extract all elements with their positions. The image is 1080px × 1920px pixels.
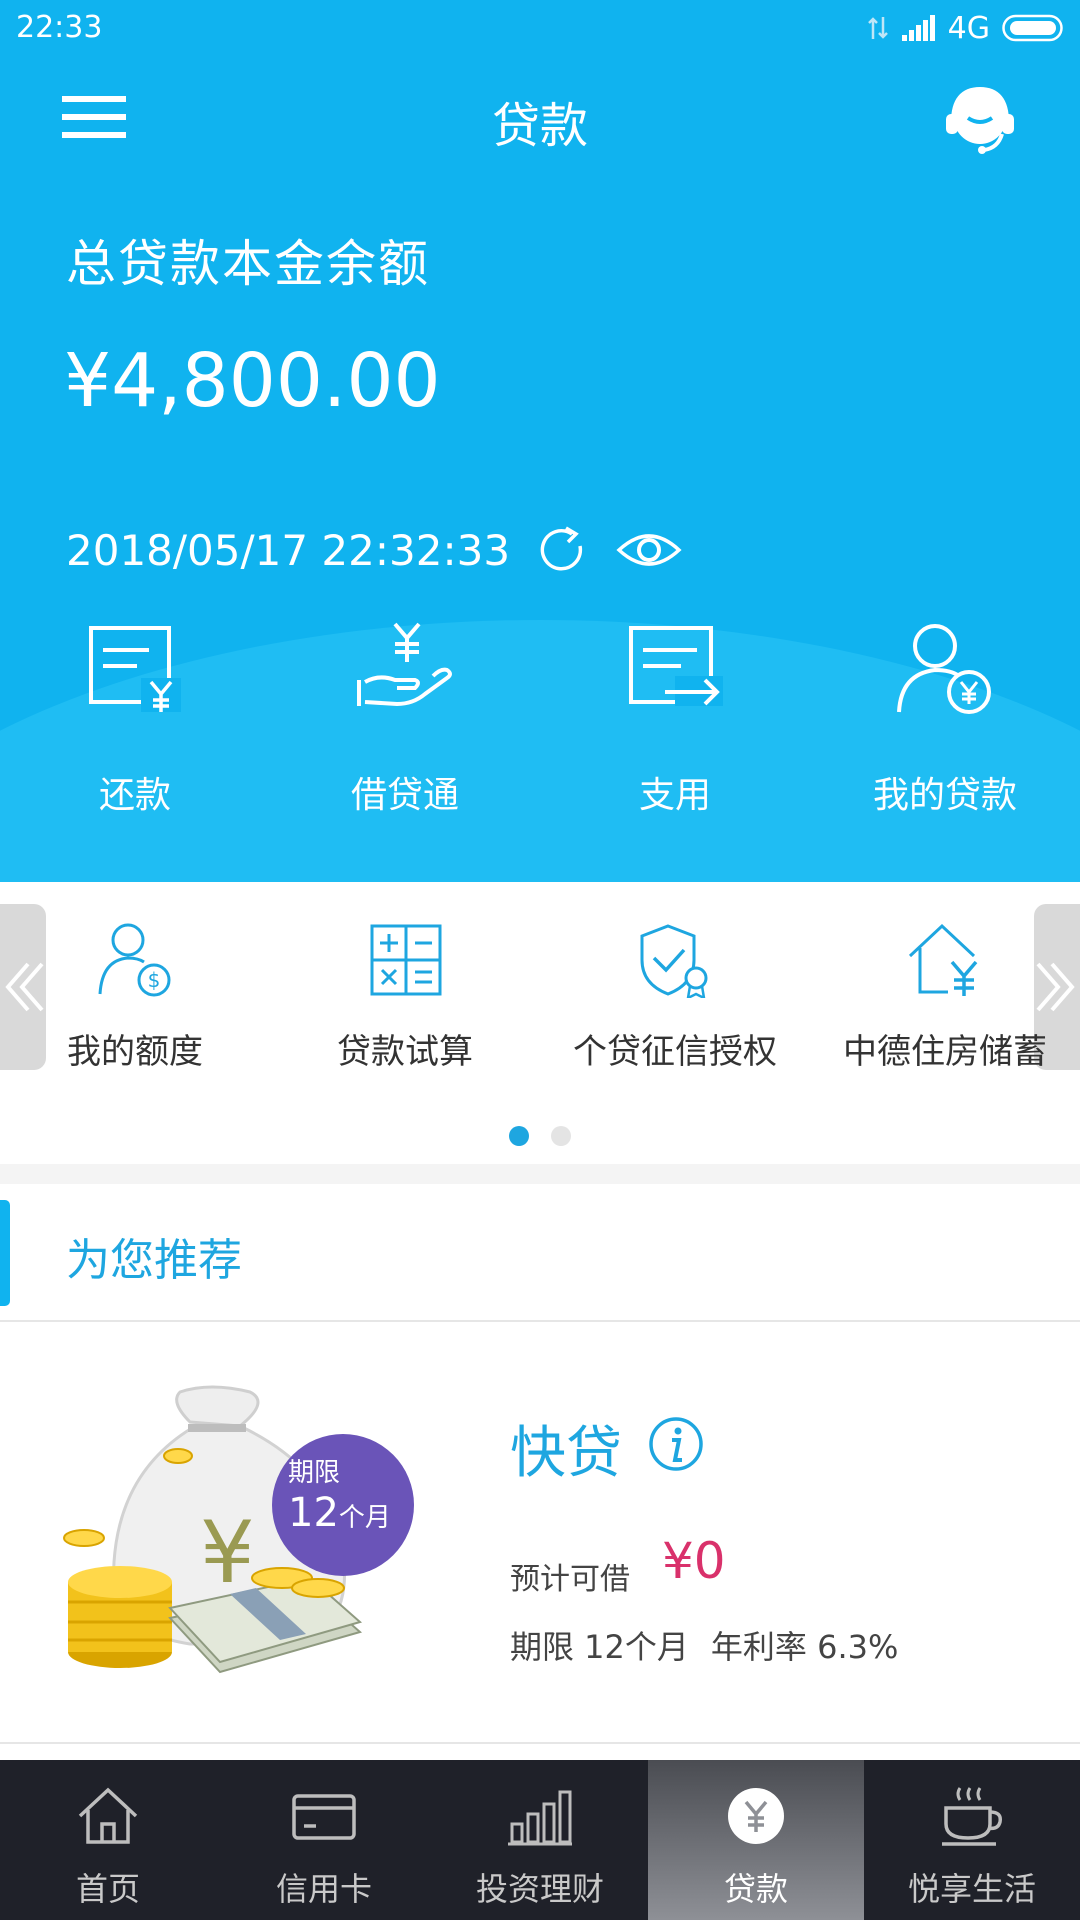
customer-service-icon[interactable] (940, 78, 1020, 158)
section-accent-bar (0, 1200, 10, 1306)
hero-actions: 还款 借贷通 支用 我的贷款 (0, 620, 1080, 820)
yen-coin-icon (728, 1788, 784, 1844)
tab-home[interactable]: 首页 (0, 1760, 216, 1920)
data-arrows-icon (867, 17, 888, 39)
term-badge-label: 期限 (288, 1458, 341, 1488)
my-loan-icon (897, 624, 991, 714)
battery-icon (1002, 14, 1063, 42)
estimated-borrow-value: ¥0 (662, 1532, 726, 1590)
bottom-tab-bar: 首页 信用卡 投资理财 贷款 悦享生活 (0, 1760, 1080, 1920)
tool-house-savings[interactable]: 中德住房储蓄 (810, 922, 1080, 1082)
svg-text:$: $ (148, 968, 161, 992)
action-my-loan[interactable]: 我的贷款 (810, 620, 1080, 820)
page-title: 贷款 (491, 98, 588, 154)
tool-loan-calculator-label: 贷款试算 (337, 1032, 473, 1072)
action-loan-link-label: 借贷通 (350, 775, 459, 816)
repay-icon (89, 626, 181, 712)
calculator-icon (370, 924, 442, 996)
tab-home-label: 首页 (75, 1870, 140, 1908)
home-icon (78, 1787, 138, 1844)
product-card-quick-loan[interactable]: ¥ 期限 12个月 快贷 预计可借 ¥0 期限 12个月 年利率 6.3% (0, 1322, 1080, 1744)
signal-icon (901, 15, 935, 41)
product-terms: 期限 12个月 年利率 6.3% (510, 1622, 898, 1668)
recommend-section-header: 为您推荐 (0, 1184, 1080, 1322)
action-withdraw-label: 支用 (638, 775, 711, 816)
hero-panel: 22:33 4G 贷款 总贷款本金余额 ¥4,800.00 2018/05/17… (0, 0, 1080, 882)
tab-credit-card-label: 信用卡 (275, 1870, 372, 1908)
carousel-dot-1[interactable] (509, 1126, 529, 1146)
tab-lifestyle-label: 悦享生活 (907, 1870, 1036, 1908)
quick-tools-carousel: $ 我的额度 贷款试算 个贷征信授权 中德住房储蓄 (0, 882, 1080, 1164)
tab-lifestyle[interactable]: 悦享生活 (864, 1760, 1080, 1920)
timestamp-row: 2018/05/17 22:32:33 (66, 520, 682, 580)
balance-timestamp: 2018/05/17 22:32:33 (66, 525, 511, 575)
card-icon (292, 1794, 356, 1840)
carousel-dot-2[interactable] (551, 1126, 571, 1146)
tab-investment[interactable]: 投资理财 (432, 1760, 648, 1920)
tab-investment-label: 投资理财 (475, 1870, 604, 1908)
status-time: 22:33 (16, 10, 103, 45)
status-bar: 22:33 4G (0, 0, 1080, 56)
balance-amount: ¥4,800.00 (64, 338, 441, 424)
tab-loan[interactable]: 贷款 (648, 1760, 864, 1920)
section-divider (0, 1164, 1080, 1184)
tool-loan-calculator[interactable]: 贷款试算 (270, 922, 540, 1082)
term-badge-number: 12 (288, 1490, 339, 1536)
coffee-cup-icon (942, 1787, 1003, 1846)
withdraw-icon (629, 626, 723, 706)
loan-hand-icon (357, 622, 452, 707)
term-badge-value: 12个月 (288, 1490, 391, 1536)
network-type: 4G (947, 10, 990, 46)
house-savings-icon (908, 923, 978, 996)
tab-loan-label: 贷款 (723, 1870, 788, 1908)
refresh-icon[interactable] (536, 524, 588, 576)
tool-credit-authorization-label: 个贷征信授权 (573, 1032, 777, 1072)
term-badge-unit: 个月 (338, 1503, 391, 1533)
balance-label: 总贷款本金余额 (66, 235, 430, 293)
action-my-loan-label: 我的贷款 (872, 775, 1017, 816)
quota-icon: $ (98, 923, 171, 997)
tool-my-quota-label: 我的额度 (67, 1032, 203, 1072)
action-loan-link[interactable]: 借贷通 (270, 620, 540, 820)
estimated-borrow-label: 预计可借 (510, 1562, 630, 1597)
tool-my-quota[interactable]: $ 我的额度 (0, 922, 270, 1082)
quick-tools-row: $ 我的额度 贷款试算 个贷征信授权 中德住房储蓄 (0, 922, 1080, 1082)
credit-shield-icon (640, 924, 708, 998)
term-badge: 期限 12个月 (272, 1434, 414, 1576)
recommend-title: 为您推荐 (66, 1235, 242, 1286)
product-rate: 年利率 6.3% (710, 1628, 899, 1666)
action-repay[interactable]: 还款 (0, 620, 270, 820)
product-term: 期限 12个月 (510, 1628, 689, 1666)
tool-house-savings-label: 中德住房储蓄 (843, 1032, 1047, 1072)
status-indicators: 4G (866, 10, 1066, 46)
carousel-dots (0, 1126, 1080, 1146)
chart-bars-icon (508, 1790, 572, 1846)
action-repay-label: 还款 (98, 775, 171, 816)
info-icon[interactable] (648, 1416, 704, 1472)
svg-text:¥: ¥ (200, 1503, 255, 1603)
product-name: 快贷 (510, 1421, 622, 1486)
app-header: 贷款 (0, 56, 1080, 180)
tool-credit-authorization[interactable]: 个贷征信授权 (540, 922, 810, 1082)
action-withdraw[interactable]: 支用 (540, 620, 810, 820)
tab-credit-card[interactable]: 信用卡 (216, 1760, 432, 1920)
eye-icon[interactable] (616, 526, 682, 574)
